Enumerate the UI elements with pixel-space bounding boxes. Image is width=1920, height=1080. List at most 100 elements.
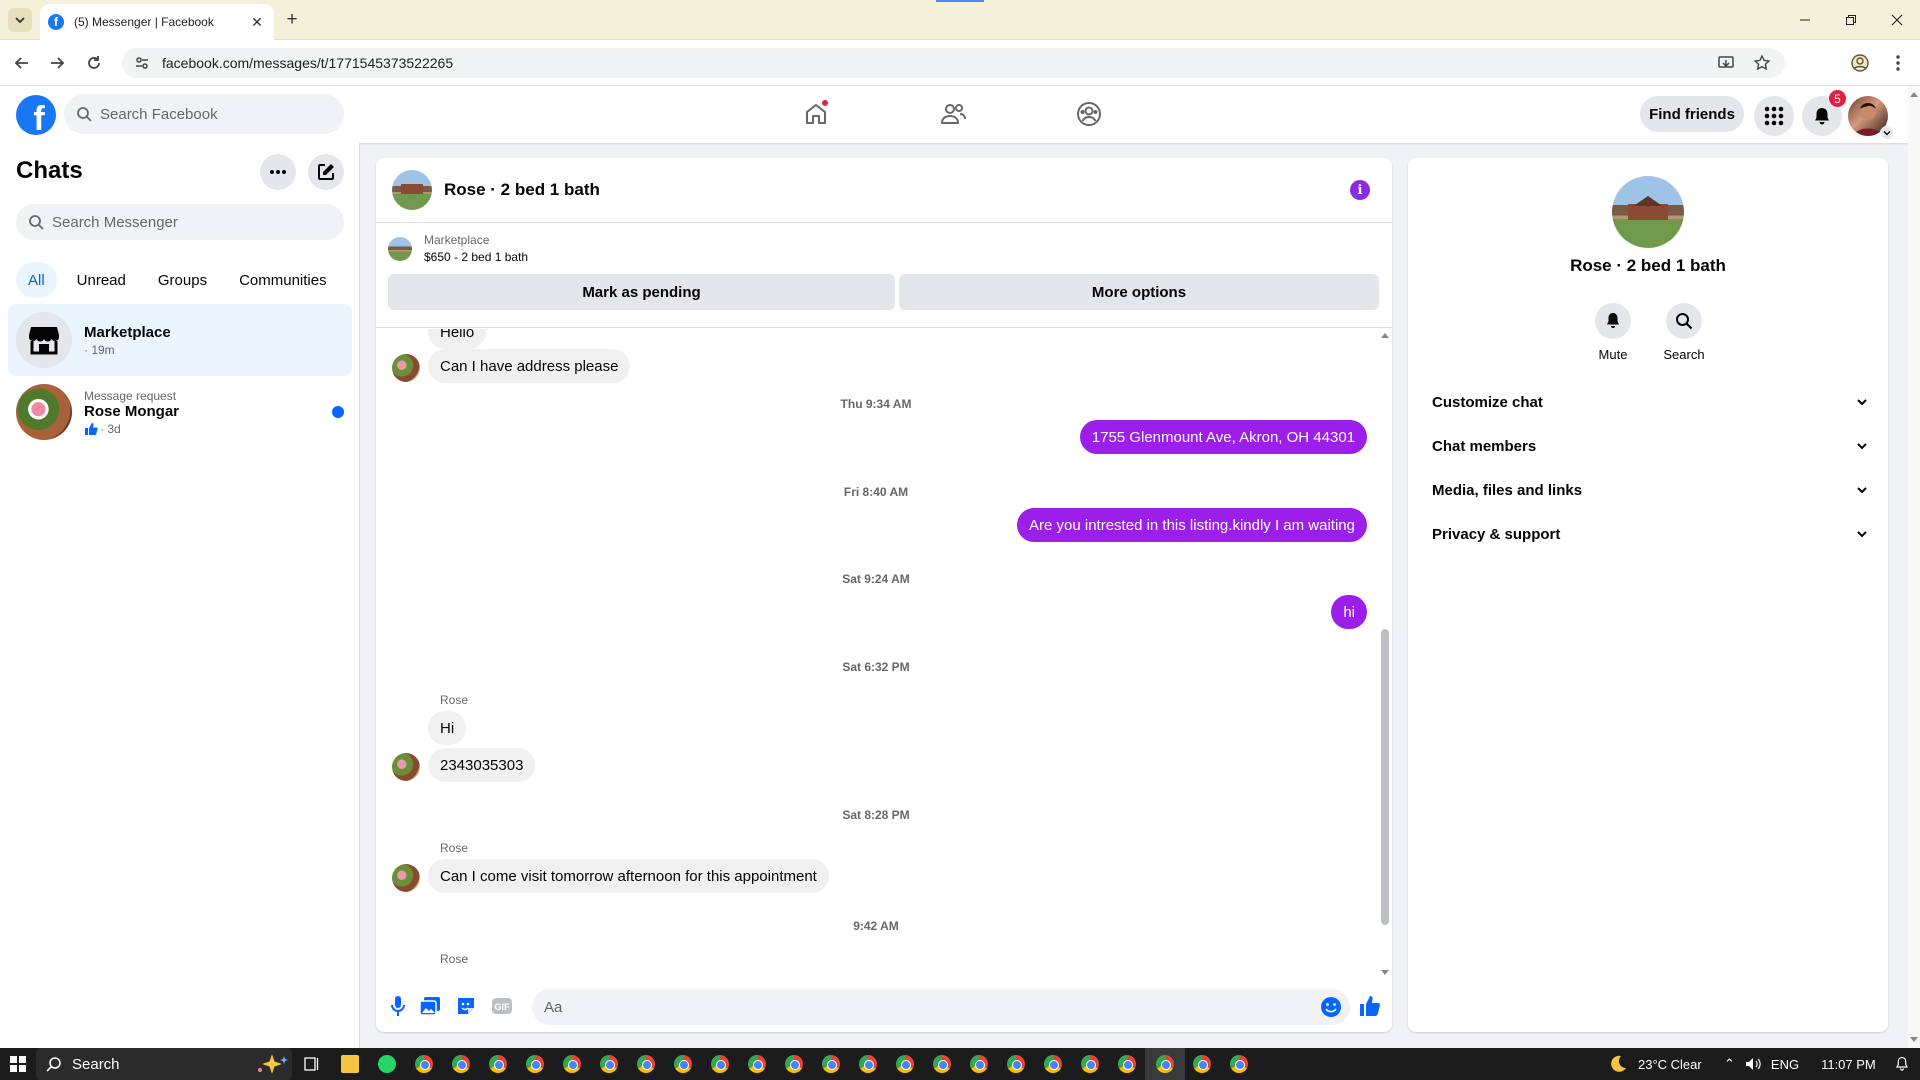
chrome-icon[interactable] <box>415 1055 433 1073</box>
new-tab-button[interactable]: + <box>282 9 302 30</box>
menu-button[interactable] <box>1754 96 1794 136</box>
profile-button[interactable] <box>1848 51 1872 75</box>
chrome-icon[interactable] <box>711 1055 729 1073</box>
message-bubble-sent[interactable]: 1755 Glenmount Ave, Akron, OH 44301 <box>1079 420 1367 454</box>
reload-button[interactable] <box>82 51 106 75</box>
message-bubble-sent[interactable]: Are you intrested in this listing.kindly… <box>1017 508 1367 542</box>
media-files-links-section[interactable]: Media, files and links <box>1416 468 1880 512</box>
search-in-conversation-button[interactable] <box>1666 303 1702 339</box>
language-indicator[interactable]: ENG <box>1771 1057 1799 1072</box>
file-explorer-icon[interactable] <box>341 1055 359 1073</box>
messenger-search-box[interactable] <box>16 204 344 240</box>
back-button[interactable] <box>10 51 34 75</box>
mute-button[interactable] <box>1595 303 1631 339</box>
close-window-button[interactable] <box>1874 0 1920 40</box>
speaker-icon[interactable] <box>1745 1057 1761 1071</box>
message-bubble-received[interactable]: Can I have address please <box>428 349 631 383</box>
chrome-icon[interactable] <box>970 1055 988 1073</box>
browser-tab[interactable]: f (5) Messenger | Facebook ✕ <box>40 4 274 40</box>
listing-info[interactable]: Marketplace $650 - 2 bed 1 bath <box>388 233 528 264</box>
send-like-button[interactable] <box>1358 994 1382 1018</box>
sticker-button[interactable] <box>454 994 478 1018</box>
new-message-button[interactable] <box>308 154 344 190</box>
message-bubble-received[interactable]: Hi <box>428 711 467 745</box>
message-bubble-received[interactable]: Hello <box>428 329 487 349</box>
chrome-icon[interactable] <box>785 1055 803 1073</box>
chrome-icon[interactable] <box>822 1055 840 1073</box>
message-scrollbar[interactable] <box>1378 329 1392 979</box>
windows-start-icon[interactable] <box>10 1056 26 1072</box>
address-bar[interactable]: facebook.com/messages/t/1771545373522265 <box>122 48 1785 78</box>
filter-groups[interactable]: Groups <box>146 262 219 298</box>
message-bubble-received[interactable]: 2343035303 <box>428 748 536 782</box>
find-friends-button[interactable]: Find friends <box>1640 96 1744 132</box>
mute-action[interactable]: Mute <box>1578 303 1648 362</box>
attach-photo-button[interactable] <box>418 994 442 1018</box>
info-icon[interactable]: i <box>1350 180 1370 200</box>
chrome-icon[interactable] <box>452 1055 470 1073</box>
chat-title[interactable]: Rose · 2 bed 1 bath <box>444 180 600 200</box>
message-input-box[interactable] <box>532 989 1350 1025</box>
chrome-icon[interactable] <box>1230 1055 1248 1073</box>
task-view-icon[interactable] <box>303 1055 321 1073</box>
taskbar-search-box[interactable]: Search <box>36 1048 292 1080</box>
message-input[interactable] <box>544 998 1284 1016</box>
site-info-icon[interactable] <box>134 55 150 71</box>
chrome-icon[interactable] <box>600 1055 618 1073</box>
voice-clip-button[interactable] <box>386 994 410 1018</box>
customize-chat-section[interactable]: Customize chat <box>1416 380 1880 424</box>
chrome-icon[interactable] <box>896 1055 914 1073</box>
nav-friends[interactable] <box>937 98 969 130</box>
facebook-search-box[interactable] <box>64 94 344 134</box>
chat-header[interactable]: Rose · 2 bed 1 bath i <box>376 158 1392 223</box>
search-action[interactable]: Search <box>1649 303 1719 362</box>
filter-communities[interactable]: Communities <box>227 262 339 298</box>
whatsapp-icon[interactable] <box>378 1055 396 1073</box>
nav-home[interactable] <box>800 98 832 130</box>
chrome-icon[interactable] <box>526 1055 544 1073</box>
minimize-button[interactable] <box>1782 0 1828 40</box>
gif-button[interactable]: GIF <box>490 994 514 1018</box>
url-text[interactable]: facebook.com/messages/t/1771545373522265 <box>162 55 1717 71</box>
chrome-icon[interactable] <box>489 1055 507 1073</box>
message-bubble-sent[interactable]: hi <box>1331 595 1367 629</box>
chrome-icon[interactable] <box>674 1055 692 1073</box>
system-tray[interactable]: ⌃ ENG 11:07 PM <box>1724 1048 1876 1080</box>
scroll-up-arrow-icon[interactable] <box>1380 331 1390 339</box>
chrome-icon[interactable] <box>1118 1055 1136 1073</box>
emoji-icon[interactable] <box>1320 996 1342 1018</box>
page-scrollbar[interactable] <box>1908 86 1920 1048</box>
message-bubble-received[interactable]: Can I come visit tomorrow afternoon for … <box>428 859 829 893</box>
restore-button[interactable] <box>1828 0 1874 40</box>
chevron-up-icon[interactable]: ⌃ <box>1724 1056 1735 1072</box>
chat-members-section[interactable]: Chat members <box>1416 424 1880 468</box>
chats-options-button[interactable] <box>260 154 296 190</box>
mark-as-pending-button[interactable]: Mark as pending <box>388 274 895 310</box>
more-options-button[interactable]: More options <box>899 274 1379 310</box>
chrome-icon[interactable] <box>637 1055 655 1073</box>
weather-widget[interactable]: 23°C Clear <box>1606 1048 1702 1080</box>
clock[interactable]: 11:07 PM <box>1821 1057 1876 1072</box>
facebook-logo-icon[interactable]: f <box>16 95 56 135</box>
filter-all[interactable]: All <box>16 262 57 298</box>
chrome-icon[interactable] <box>563 1055 581 1073</box>
chrome-icon-active[interactable] <box>1156 1055 1174 1073</box>
messenger-search-input[interactable] <box>52 213 312 231</box>
privacy-support-section[interactable]: Privacy & support <box>1416 512 1880 556</box>
bookmark-star-icon[interactable] <box>1753 54 1771 72</box>
chrome-icon[interactable] <box>1044 1055 1062 1073</box>
conversation-marketplace[interactable]: Marketplace · 19m <box>8 304 352 376</box>
nav-groups[interactable] <box>1073 98 1105 130</box>
close-tab-icon[interactable]: ✕ <box>248 13 266 31</box>
scroll-down-arrow-icon[interactable] <box>1380 969 1390 977</box>
filter-unread[interactable]: Unread <box>65 262 138 298</box>
scroll-down-arrow-icon[interactable] <box>1909 1036 1919 1044</box>
scrollbar-thumb[interactable] <box>1381 629 1389 925</box>
chrome-icon[interactable] <box>1007 1055 1025 1073</box>
forward-button[interactable] <box>45 51 69 75</box>
facebook-search-input[interactable] <box>100 105 320 123</box>
chrome-icon[interactable] <box>933 1055 951 1073</box>
notification-center-icon[interactable] <box>1894 1056 1910 1072</box>
chrome-icon[interactable] <box>859 1055 877 1073</box>
chrome-icon[interactable] <box>1193 1055 1211 1073</box>
